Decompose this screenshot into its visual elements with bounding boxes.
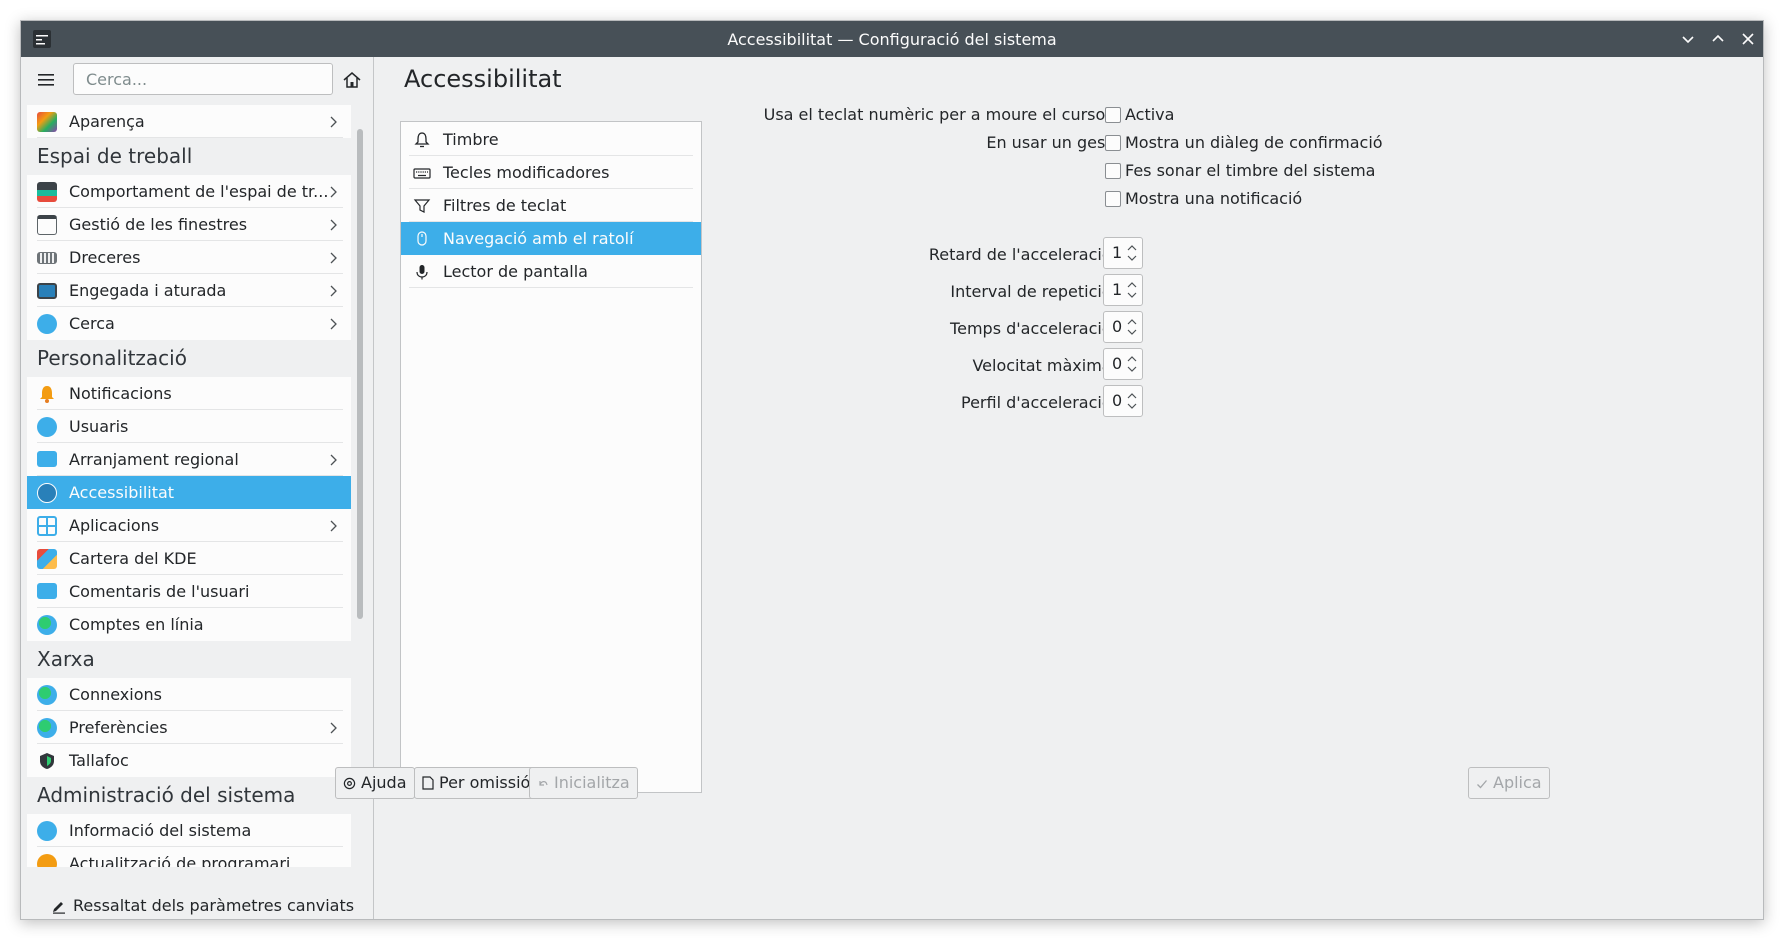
spin-arrows-icon[interactable] <box>1126 315 1138 339</box>
spin-arrows-icon[interactable] <box>1126 278 1138 302</box>
max-speed-label: Velocitat màxima: <box>972 356 1117 375</box>
acceleration-time-label: Temps d'acceleració: <box>950 319 1117 338</box>
confirm-dialog-checkbox[interactable] <box>1105 135 1121 151</box>
spin-arrows-icon[interactable] <box>1126 352 1138 376</box>
numpad-checkbox-label: Activa <box>1125 105 1175 124</box>
spinbox-value: 1 <box>1112 280 1123 299</box>
help-button-label: Ajuda <box>361 773 407 792</box>
undo-icon <box>539 781 548 786</box>
checkmark-icon <box>1477 780 1487 789</box>
notification-label: Mostra una notificació <box>1125 189 1303 208</box>
spinbox-value: 0 <box>1112 317 1123 336</box>
numpad-checkbox[interactable] <box>1105 107 1121 123</box>
help-button[interactable]: Ajuda <box>335 767 415 799</box>
acceleration-profile-spinbox[interactable]: 0 <box>1103 385 1143 417</box>
acceleration-delay-spinbox[interactable]: 1 <box>1103 237 1143 269</box>
reset-button[interactable]: Inicialitza <box>529 767 638 799</box>
document-icon <box>422 776 434 790</box>
defaults-button-label: Per omissió <box>439 773 531 792</box>
acceleration-time-spinbox[interactable]: 0 <box>1103 311 1143 343</box>
spin-arrows-icon[interactable] <box>1126 241 1138 265</box>
spinbox-value: 1 <box>1112 243 1123 262</box>
settings-window: Accessibilitat — Configuració del sistem… <box>20 20 1764 920</box>
defaults-button[interactable]: Per omissió <box>414 767 539 799</box>
reset-button-label: Inicialitza <box>554 773 630 792</box>
acceleration-profile-label: Perfil d'acceleració: <box>961 393 1117 412</box>
spinbox-value: 0 <box>1112 391 1123 410</box>
notification-checkbox[interactable] <box>1105 191 1121 207</box>
help-icon <box>343 777 356 790</box>
mouse-navigation-form: Usa el teclat numèric per a moure el cur… <box>21 21 1763 919</box>
repeat-interval-label: Interval de repetició: <box>950 282 1117 301</box>
apply-button-label: Aplica <box>1493 773 1542 792</box>
gesture-label: En usar un gest: <box>986 133 1117 152</box>
acceleration-delay-label: Retard de l'acceleració: <box>928 245 1117 264</box>
system-bell-checkbox[interactable] <box>1105 163 1121 179</box>
max-speed-spinbox[interactable]: 0 <box>1103 348 1143 380</box>
spin-arrows-icon[interactable] <box>1126 389 1138 413</box>
confirm-dialog-label: Mostra un diàleg de confirmació <box>1125 133 1383 152</box>
system-bell-label: Fes sonar el timbre del sistema <box>1125 161 1376 180</box>
main-panel: Accessibilitat Timbre Tecles modificador… <box>335 57 1763 919</box>
numpad-label: Usa el teclat numèric per a moure el cur… <box>763 105 1117 124</box>
apply-button[interactable]: Aplica <box>1468 767 1550 799</box>
repeat-interval-spinbox[interactable]: 1 <box>1103 274 1143 306</box>
spinbox-value: 0 <box>1112 354 1123 373</box>
